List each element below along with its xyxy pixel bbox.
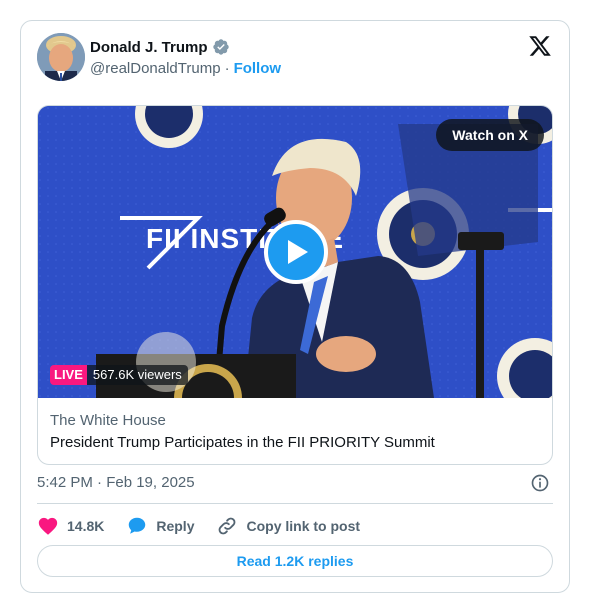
reply-bubble-icon xyxy=(129,517,146,534)
copy-link-button[interactable]: Copy link to post xyxy=(216,515,360,537)
video-card[interactable]: FII INSTITUTE Watch on X LIVE 567.6K vie… xyxy=(37,105,553,465)
copy-link-label: Copy link to post xyxy=(246,518,361,534)
video-player[interactable]: FII INSTITUTE Watch on X LIVE 567.6K vie… xyxy=(38,106,552,398)
link-icon xyxy=(219,517,236,535)
avatar[interactable] xyxy=(37,33,85,81)
author-name[interactable]: Donald J. Trump xyxy=(90,39,208,56)
divider xyxy=(37,503,553,504)
video-title: President Trump Participates in the FII … xyxy=(50,434,435,451)
reply-label: Reply xyxy=(156,518,195,534)
read-replies-button[interactable]: Read 1.2K replies xyxy=(37,545,553,577)
info-icon[interactable] xyxy=(530,473,550,493)
verified-badge-icon xyxy=(212,38,230,56)
author-handle[interactable]: @realDonaldTrump xyxy=(90,60,221,77)
author-handle-row: @realDonaldTrump · Follow xyxy=(90,60,281,77)
viewer-count: 567.6K viewers xyxy=(86,365,188,385)
follow-button[interactable]: Follow xyxy=(234,60,282,77)
post-timestamp[interactable]: 5:42 PM · Feb 19, 2025 xyxy=(37,474,195,491)
like-count: 14.8K xyxy=(67,518,105,534)
reply-button[interactable]: Reply xyxy=(126,515,194,537)
live-badge: LIVE xyxy=(50,365,87,385)
heart-icon xyxy=(38,517,58,535)
play-button[interactable] xyxy=(264,220,328,284)
watch-on-x-button[interactable]: Watch on X xyxy=(436,119,544,151)
post-actions: 14.8K Reply Copy link to post xyxy=(37,514,382,538)
x-logo-icon[interactable] xyxy=(528,34,552,58)
live-indicator: LIVE 567.6K viewers xyxy=(50,365,188,385)
like-button[interactable]: 14.8K xyxy=(37,515,104,537)
embedded-post-card: Donald J. Trump @realDonaldTrump · Follo… xyxy=(20,20,570,593)
play-icon xyxy=(288,240,308,264)
video-source: The White House xyxy=(50,412,166,429)
video-info[interactable]: The White House President Trump Particip… xyxy=(38,398,552,453)
separator-dot: · xyxy=(224,60,230,77)
author-name-row[interactable]: Donald J. Trump xyxy=(90,38,230,56)
